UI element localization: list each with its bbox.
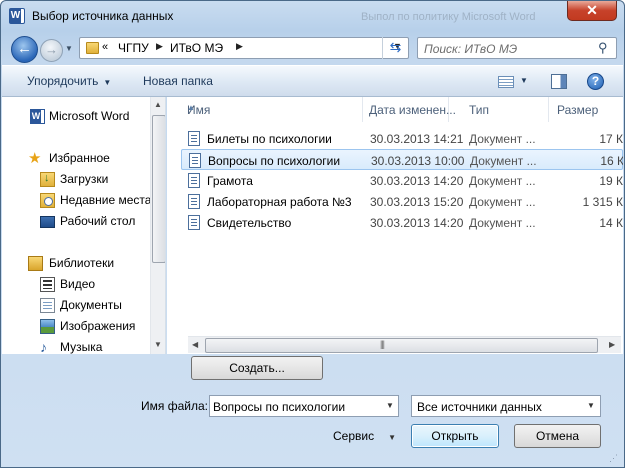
breadcrumb-item-chgpu[interactable]: ЧГПУ: [118, 41, 149, 55]
word-app-icon: W: [9, 8, 25, 24]
scrollbar-thumb[interactable]: [205, 338, 598, 353]
word-document-icon: [188, 215, 200, 230]
chevron-right-icon[interactable]: ▶: [156, 41, 163, 52]
breadcrumb-overflow[interactable]: «: [102, 41, 108, 53]
scroll-right-arrow-icon[interactable]: ▶: [609, 340, 615, 349]
chevron-down-icon: ▼: [103, 78, 112, 87]
change-view-icon[interactable]: [498, 76, 514, 88]
address-bar[interactable]: « ЧГПУ ▶ ИТвО МЭ ▶ ▼: [79, 37, 409, 59]
file-row-selected[interactable]: Вопросы по психологии 30.03.2013 10:00 Д…: [181, 149, 623, 170]
file-row[interactable]: Лабораторная работа №3 30.03.2013 15:20 …: [181, 191, 623, 212]
music-icon: ♪: [40, 339, 47, 355]
sidebar-item-libraries[interactable]: Библиотеки: [2, 253, 150, 273]
filename-input[interactable]: Вопросы по психологии ▼: [209, 395, 399, 417]
scroll-down-arrow-icon[interactable]: ▼: [154, 340, 162, 349]
sidebar-item-favorites[interactable]: ★ Избранное: [2, 148, 150, 168]
help-icon[interactable]: ?: [587, 73, 604, 90]
word-document-icon: [188, 194, 200, 209]
search-input[interactable]: Поиск: ИТвО МЭ ⚲: [417, 37, 617, 59]
chevron-down-icon: ▼: [388, 433, 397, 442]
forward-button[interactable]: →: [40, 39, 63, 62]
new-folder-button[interactable]: Новая папка: [143, 74, 213, 88]
search-icon[interactable]: ⚲: [598, 40, 614, 56]
documents-icon: [40, 298, 55, 313]
libraries-icon: [28, 256, 43, 271]
desktop-icon: [40, 216, 55, 228]
preview-pane-icon[interactable]: [551, 74, 567, 89]
folder-icon: [86, 42, 99, 54]
cancel-button[interactable]: Отмена: [514, 424, 601, 448]
sidebar-item-downloads[interactable]: Загрузки: [2, 169, 150, 189]
column-header-type[interactable]: Тип: [449, 97, 549, 122]
create-button[interactable]: Создать...: [191, 356, 323, 380]
sidebar-item-recent-places[interactable]: Недавние места: [2, 190, 150, 210]
title-bar[interactable]: W Выбор источника данных Выпол по полити…: [1, 1, 624, 31]
file-row[interactable]: Билеты по психологии 30.03.2013 14:21 До…: [181, 128, 623, 149]
video-icon: [40, 277, 55, 292]
file-open-dialog: W Выбор источника данных Выпол по полити…: [0, 0, 625, 468]
sidebar-item-documents[interactable]: Документы: [2, 295, 150, 315]
background-window-title: Выпол по политику Microsoft Word: [361, 11, 536, 23]
word-document-icon: [188, 173, 200, 188]
resize-grip-icon[interactable]: ⋰: [609, 453, 618, 464]
breadcrumb-item-itvo[interactable]: ИТвО МЭ: [170, 41, 223, 55]
filename-label: Имя файла:: [141, 399, 208, 413]
images-icon: [40, 319, 55, 334]
open-button[interactable]: Открыть: [411, 424, 499, 448]
word-document-icon: [189, 153, 201, 168]
tools-button[interactable]: Сервис ▼: [333, 429, 396, 443]
search-placeholder: Поиск: ИТвО МЭ: [424, 42, 518, 56]
command-bar: Упорядочить ▼ Новая папка ▼ ?: [2, 65, 623, 97]
star-icon: ★: [28, 150, 42, 167]
scrollbar-grip-icon: |||: [380, 339, 385, 349]
file-type-select[interactable]: Все источники данных ▼: [411, 395, 601, 417]
file-row[interactable]: Грамота 30.03.2013 14:20 Документ ... 19…: [181, 170, 623, 191]
refresh-icon[interactable]: ⇆: [382, 37, 408, 59]
chevron-down-icon[interactable]: ▼: [386, 401, 394, 410]
word-document-icon: [188, 131, 200, 146]
window-title: Выбор источника данных: [32, 9, 174, 23]
sidebar-item-video[interactable]: Видео: [2, 274, 150, 294]
scrollbar-thumb[interactable]: [152, 115, 165, 263]
sidebar-item-music[interactable]: ♪ Музыка: [2, 337, 150, 355]
column-header-size[interactable]: Размер: [537, 97, 623, 122]
chevron-right-icon[interactable]: ▶: [236, 41, 243, 52]
column-header-name[interactable]: Имя ▲: [167, 97, 363, 122]
back-button[interactable]: ←: [11, 36, 38, 63]
downloads-icon: [40, 172, 55, 187]
sidebar-item-images[interactable]: Изображения: [2, 316, 150, 336]
navigation-pane-scrollbar[interactable]: ▲ ▼: [150, 97, 165, 354]
sidebar-item-desktop[interactable]: Рабочий стол: [2, 211, 150, 231]
sidebar-item-microsoft-word[interactable]: Microsoft Word: [2, 106, 150, 126]
sort-ascending-icon: ▲: [187, 103, 195, 112]
close-button[interactable]: ✕: [567, 1, 617, 21]
file-list: Имя ▲ Дата изменен... Тип Размер Билеты …: [167, 97, 623, 354]
file-list-horizontal-scrollbar[interactable]: ◀ ||| ▶: [188, 336, 621, 353]
file-row[interactable]: Свидетельство 30.03.2013 14:20 Документ …: [181, 212, 623, 233]
recent-places-icon: [40, 193, 55, 208]
recent-locations-dropdown[interactable]: ▼: [65, 43, 77, 55]
chevron-down-icon[interactable]: ▼: [587, 401, 595, 410]
navigation-pane: Microsoft Word ★ Избранное Загрузки Неда…: [2, 97, 166, 354]
column-header-date[interactable]: Дата изменен...: [349, 97, 456, 122]
word-icon: [30, 109, 45, 124]
organize-button[interactable]: Упорядочить ▼: [27, 74, 111, 88]
scroll-up-arrow-icon[interactable]: ▲: [154, 100, 162, 109]
view-options-dropdown-icon[interactable]: ▼: [520, 76, 528, 85]
scroll-left-arrow-icon[interactable]: ◀: [192, 340, 198, 349]
